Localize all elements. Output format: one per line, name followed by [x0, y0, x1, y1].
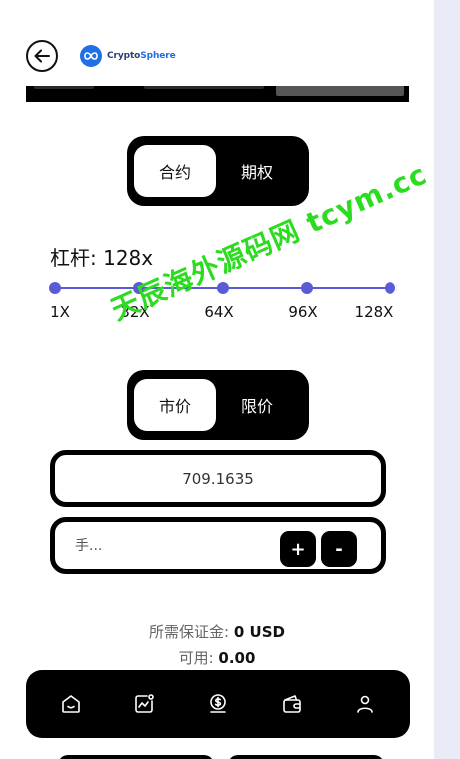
required-margin-label: 所需保证金: [149, 623, 230, 641]
nav-trade[interactable] [198, 684, 238, 724]
tab-market-price[interactable]: 市价 [134, 379, 216, 431]
slider-stop-1x[interactable] [49, 282, 61, 294]
user-icon [357, 695, 373, 713]
decrease-quantity-button[interactable]: - [321, 531, 357, 567]
leverage-label: 杠杆: 128x [50, 246, 154, 270]
arrow-left-icon [34, 49, 50, 63]
price-field[interactable]: 709.1635 [50, 450, 386, 507]
tick-label-128x: 128X [354, 303, 394, 321]
tick-label-64x: 64X [204, 303, 234, 321]
nav-market[interactable] [124, 684, 164, 724]
order-type-toggle: 市价 限价 [127, 370, 309, 440]
back-button[interactable] [26, 40, 58, 72]
available-line: 可用: 0.00 [0, 647, 434, 668]
home-icon [61, 695, 80, 713]
quantity-field-container: + - [50, 517, 386, 574]
brand-logo: CryptoSphere [80, 45, 176, 67]
tick-label-1x: 1X [50, 303, 70, 321]
tab-options[interactable]: 期权 [216, 145, 298, 197]
tab-limit-price[interactable]: 限价 [216, 379, 298, 431]
contract-type-toggle: 合约 期权 [127, 136, 309, 206]
sell-button-partial[interactable] [228, 755, 384, 759]
wallet-icon [282, 695, 301, 713]
bottom-navigation [26, 670, 410, 738]
available-value: 0.00 [218, 649, 256, 667]
dollar-coin-icon [210, 694, 226, 713]
quantity-input[interactable] [73, 534, 267, 558]
tick-label-96x: 96X [288, 303, 318, 321]
available-label: 可用: [178, 649, 214, 667]
increase-quantity-button[interactable]: + [280, 531, 316, 567]
required-margin-value: 0 USD [233, 623, 285, 641]
nav-wallet[interactable] [272, 684, 312, 724]
required-margin-line: 所需保证金: 0 USD [0, 621, 434, 642]
logo-text: CryptoSphere [107, 51, 176, 61]
chart-icon [135, 694, 155, 713]
tab-contract[interactable]: 合约 [134, 145, 216, 197]
logo-mark-icon [80, 45, 102, 67]
nav-profile[interactable] [345, 684, 385, 724]
buy-button-partial[interactable] [58, 755, 214, 759]
price-ticker-strip [26, 86, 409, 102]
slider-handle[interactable] [385, 282, 397, 294]
nav-home[interactable] [51, 684, 91, 724]
app-screen: CryptoSphere 合约 期权 杠杆: 128x 1X 32X 64X 9… [0, 0, 434, 759]
slider-stop-96x[interactable] [301, 282, 313, 294]
